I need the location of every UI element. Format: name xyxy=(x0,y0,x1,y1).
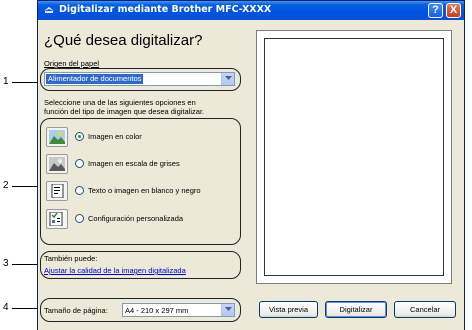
text-document-icon xyxy=(46,181,68,201)
instructions-line-2: función del tipo de imagen que desea dig… xyxy=(44,107,205,116)
preview-area xyxy=(256,30,452,284)
also-label: También puede: xyxy=(44,254,98,263)
callout-3-line xyxy=(12,264,39,265)
color-photo-icon xyxy=(46,127,68,147)
callout-3: 3 xyxy=(3,258,9,269)
scan-button[interactable]: Digitalizar xyxy=(325,301,387,318)
radio-grayscale-image[interactable] xyxy=(75,159,84,168)
callout-1: 1 xyxy=(3,76,9,87)
custom-settings-icon xyxy=(46,209,68,229)
paper-source-select[interactable]: Alimentador de documentos xyxy=(44,72,235,86)
chevron-down-icon[interactable] xyxy=(221,73,234,85)
page-size-label: Tamaño de página: xyxy=(44,306,108,315)
help-button[interactable]: ? xyxy=(428,3,443,18)
option-color-label: Imagen en color xyxy=(88,132,142,141)
scanner-app-icon xyxy=(43,4,55,16)
page-size-select[interactable]: A4 - 210 x 297 mm xyxy=(122,303,235,317)
callout-4: 4 xyxy=(3,302,9,313)
radio-text-bw[interactable] xyxy=(75,186,84,195)
page-title: ¿Qué desea digitalizar? xyxy=(44,32,203,49)
cancel-button[interactable]: Cancelar xyxy=(394,301,456,318)
instructions-line-1: Seleccione una de las siguientes opcione… xyxy=(44,98,196,107)
option-text-bw-label: Texto o imagen en blanco y negro xyxy=(88,186,201,195)
page-size-value: A4 - 210 x 297 mm xyxy=(125,306,189,315)
chevron-down-icon[interactable] xyxy=(221,304,234,316)
preview-button[interactable]: Vista previa xyxy=(259,301,318,318)
radio-color-image[interactable] xyxy=(75,132,84,141)
option-custom-label: Configuración personalizada xyxy=(88,214,184,223)
title-bar[interactable]: Digitalizar mediante Brother MFC-XXXX ? … xyxy=(38,1,464,20)
callout-4-line xyxy=(12,308,39,309)
scan-dialog-window: Digitalizar mediante Brother MFC-XXXX ? … xyxy=(37,0,465,330)
adjust-quality-link[interactable]: Ajustar la calidad de la imagen digitali… xyxy=(44,266,186,275)
radio-custom-settings[interactable] xyxy=(75,214,84,223)
preview-page xyxy=(264,38,444,276)
close-button[interactable]: X xyxy=(446,3,461,18)
option-grayscale-label: Imagen en escala de grises xyxy=(88,159,180,168)
paper-source-label: Origen del papel xyxy=(44,59,100,68)
paper-source-value: Alimentador de documentos xyxy=(46,74,144,84)
grayscale-photo-icon xyxy=(46,154,68,174)
dialog-content: ¿Qué desea digitalizar? Origen del papel… xyxy=(38,20,464,330)
callout-2-line xyxy=(12,186,39,187)
callout-2: 2 xyxy=(3,180,9,191)
window-title: Digitalizar mediante Brother MFC-XXXX xyxy=(59,4,272,15)
